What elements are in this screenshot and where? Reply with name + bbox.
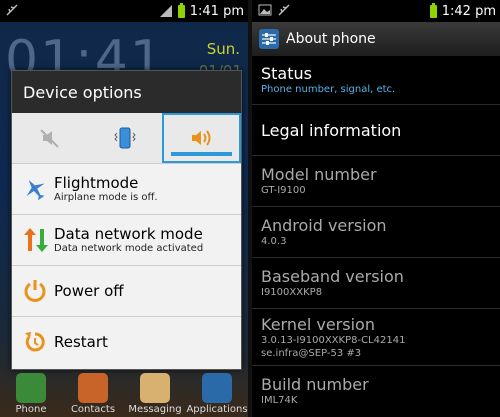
dock-phone-label: Phone — [15, 404, 47, 415]
about-phone-list: Status Phone number, signal, etc. Legal … — [252, 56, 500, 416]
airplane-icon — [26, 179, 45, 201]
flightmode-title: Flightmode — [54, 174, 139, 192]
kernel-version-build: se.infra@SEP-53 #3 — [261, 347, 362, 359]
baseband-version-item: Baseband version I9100XXKP8 — [252, 258, 500, 309]
phone-icon — [16, 373, 46, 403]
data-network-subtitle: Data network mode activated — [54, 243, 204, 254]
android-version-title: Android version — [261, 216, 387, 235]
data-network-title: Data network mode — [54, 225, 203, 243]
legal-information-title: Legal information — [261, 120, 402, 140]
model-number-value: GT-I9100 — [261, 185, 306, 196]
model-number-title: Model number — [261, 165, 377, 184]
status-item-title: Status — [261, 64, 312, 83]
model-number-item: Model number GT-I9100 — [252, 156, 500, 207]
home-dock: Phone Contacts Messaging Applications — [0, 367, 248, 417]
build-number-item: Build number IML74K — [252, 366, 500, 416]
left-screen: 01:41 Sun. 01/01 1:41 pm Device options — [0, 0, 248, 417]
usb-icon — [278, 4, 290, 16]
device-options-dialog: Device options Flightmode Airplane mode … — [11, 70, 242, 370]
app-bar: About phone — [252, 22, 500, 56]
selected-indicator — [171, 152, 232, 156]
signal-icon — [159, 5, 172, 17]
status-bar-right: 1:42 pm — [252, 0, 500, 22]
vibrate-mode-button[interactable] — [87, 113, 162, 163]
status-item[interactable]: Status Phone number, signal, etc. — [252, 56, 500, 105]
power-off-title: Power off — [54, 281, 124, 300]
page-title: About phone — [286, 31, 376, 47]
baseband-version-title: Baseband version — [261, 267, 404, 286]
settings-icon[interactable] — [258, 28, 280, 50]
kernel-version-item: Kernel version 3.0.13-I9100XXKP8-CL42141… — [252, 309, 500, 366]
messaging-icon — [140, 373, 170, 403]
data-network-icon — [24, 228, 48, 252]
restart-icon — [25, 332, 45, 352]
sound-icon — [191, 130, 210, 146]
mute-mode-button[interactable] — [12, 113, 87, 163]
dock-messaging[interactable]: Messaging — [125, 373, 185, 415]
build-number-title: Build number — [261, 375, 369, 394]
battery-icon — [177, 2, 185, 18]
screenshot-icon — [258, 4, 272, 16]
baseband-version-value: I9100XXKP8 — [261, 287, 323, 298]
status-time-right: 1:42 pm — [441, 3, 496, 19]
applications-icon — [202, 373, 232, 403]
kernel-version-title: Kernel version — [261, 314, 375, 334]
status-bar: 1:41 pm — [0, 0, 248, 22]
dock-messaging-label: Messaging — [128, 404, 182, 415]
status-item-subtitle: Phone number, signal, etc. — [261, 84, 396, 95]
sound-mode-row — [12, 113, 241, 164]
build-number-value: IML74K — [261, 395, 298, 406]
data-network-option[interactable]: Data network mode Data network mode acti… — [12, 215, 241, 266]
dock-contacts-label: Contacts — [70, 404, 116, 415]
dialog-title: Device options — [12, 71, 241, 113]
power-off-option[interactable]: Power off — [12, 266, 241, 317]
flightmode-option[interactable]: Flightmode Airplane mode is off. — [12, 164, 241, 215]
clock-widget-day: Sun. — [206, 40, 240, 58]
dock-phone[interactable]: Phone — [1, 373, 61, 415]
android-version-item: Android version 4.0.3 — [252, 207, 500, 258]
dock-applications-label: Applications — [186, 404, 248, 415]
mute-icon — [39, 129, 59, 148]
restart-title: Restart — [54, 332, 108, 351]
status-time: 1:41 pm — [189, 3, 244, 19]
kernel-version-value: 3.0.13-I9100XXKP8-CL42141 — [261, 334, 406, 346]
flightmode-subtitle: Airplane mode is off. — [54, 192, 158, 203]
android-version-value: 4.0.3 — [261, 236, 287, 247]
contacts-icon — [78, 373, 108, 403]
legal-information-item[interactable]: Legal information — [252, 105, 500, 156]
right-screen: 1:42 pm About phone Status Phone number,… — [252, 0, 500, 417]
restart-option[interactable]: Restart — [12, 317, 241, 367]
dock-contacts[interactable]: Contacts — [63, 373, 123, 415]
vibrate-icon — [113, 127, 136, 149]
battery-icon — [429, 2, 437, 18]
dock-applications[interactable]: Applications — [186, 373, 248, 415]
sound-mode-button[interactable] — [162, 113, 241, 163]
power-icon — [24, 280, 46, 302]
usb-icon — [6, 4, 18, 16]
